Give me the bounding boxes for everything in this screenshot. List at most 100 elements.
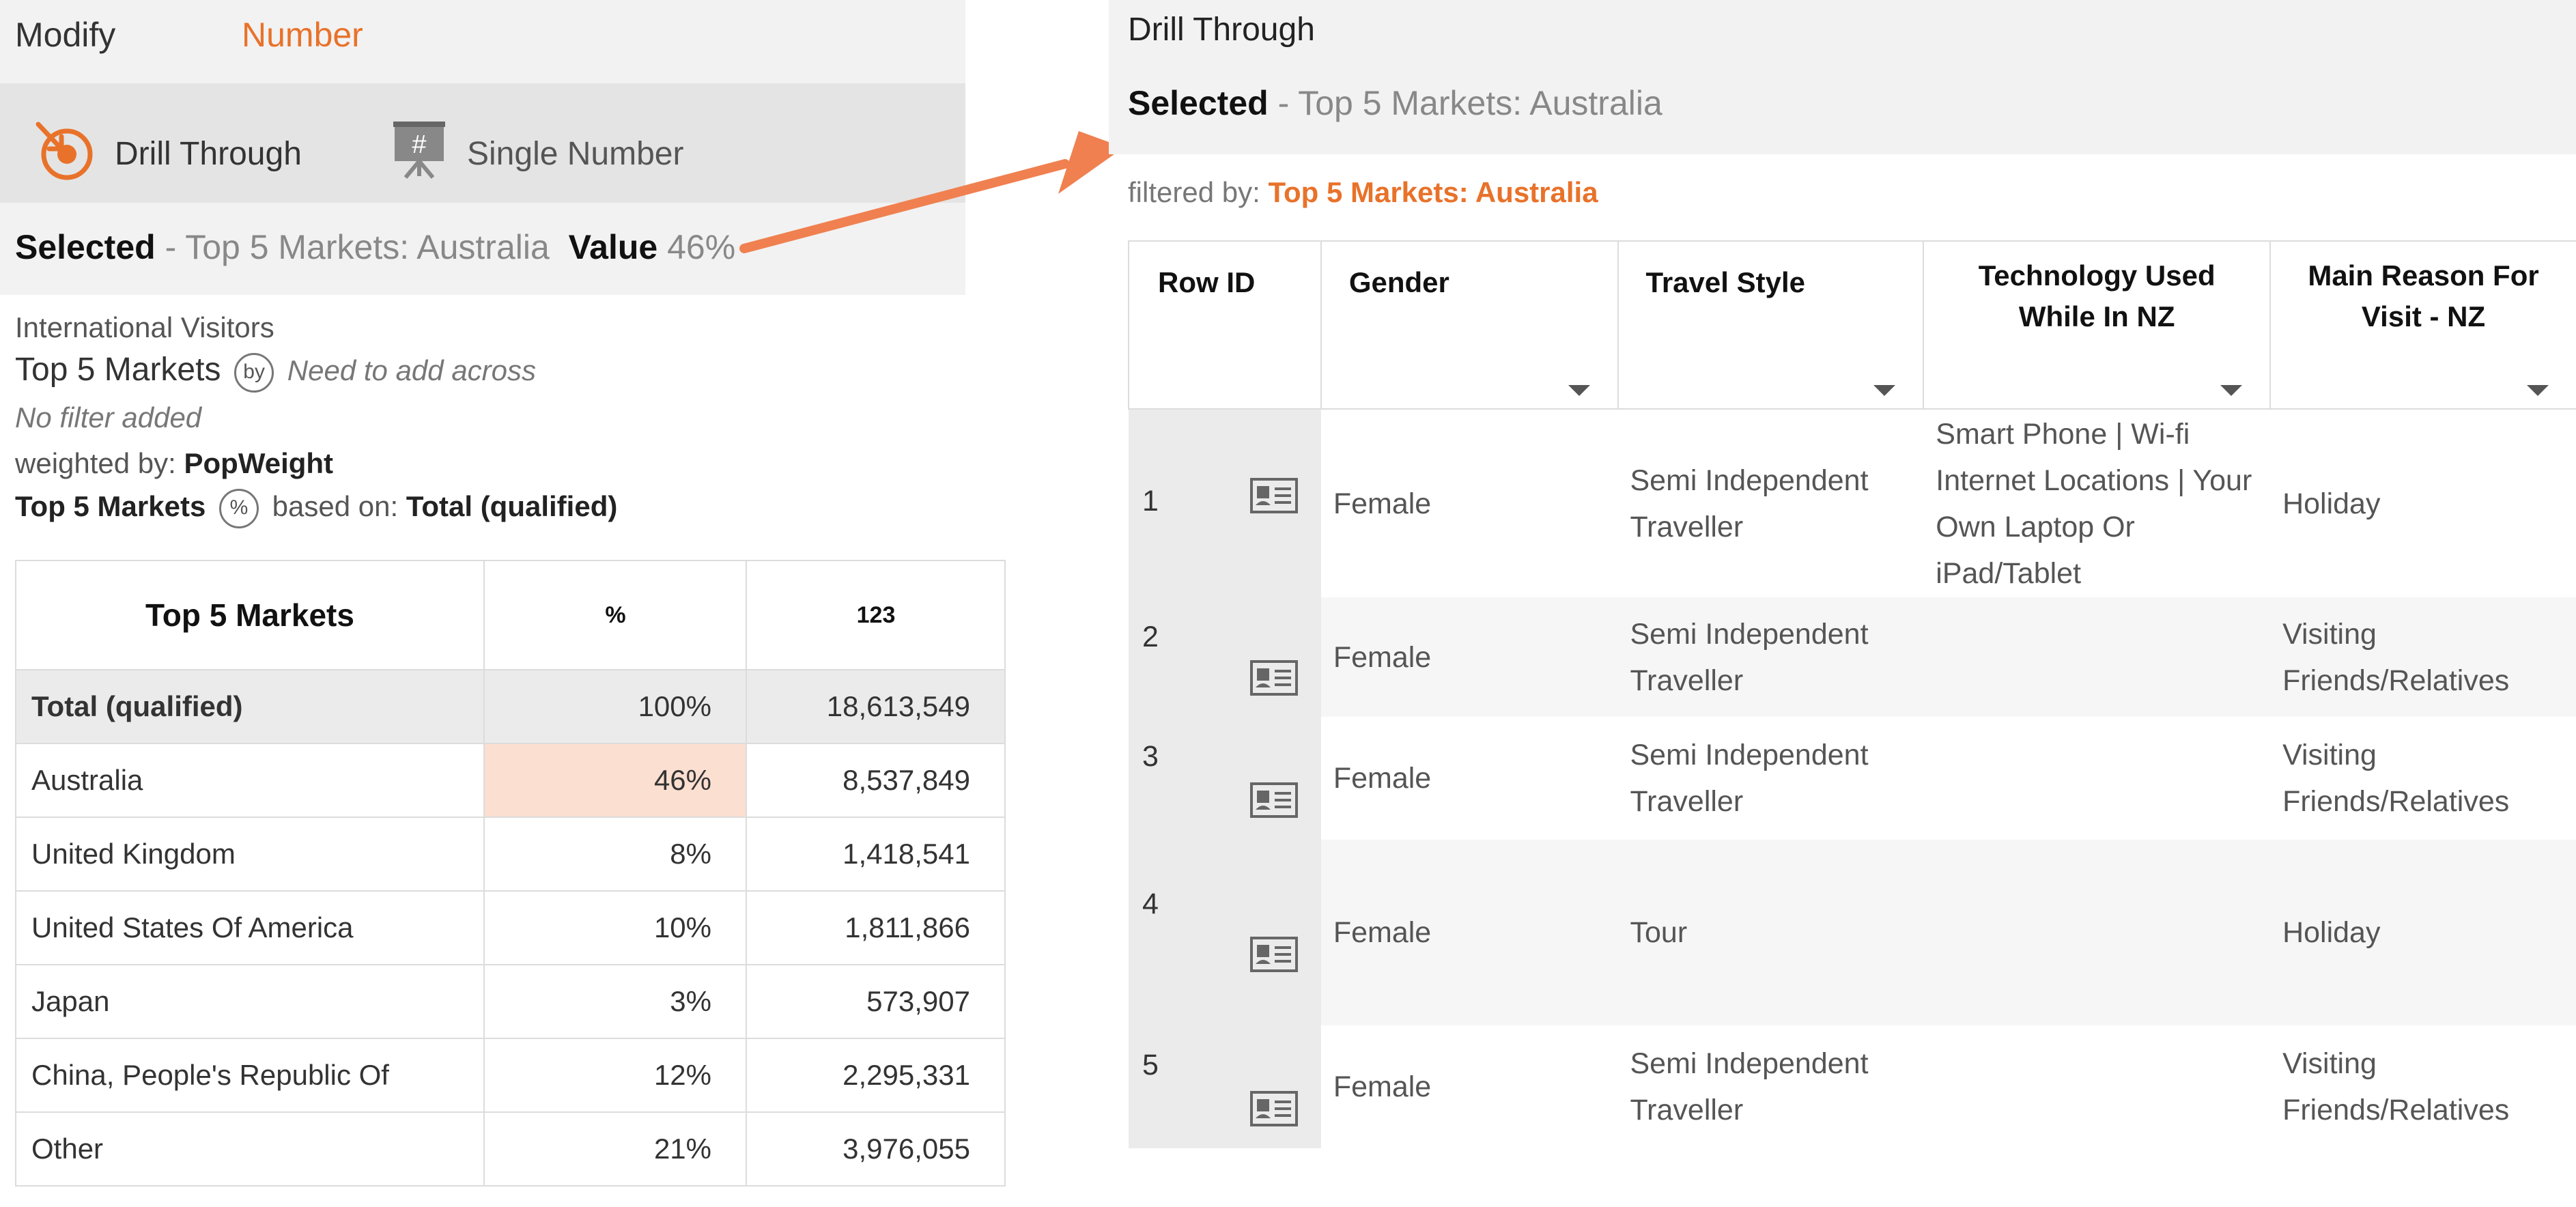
table-row[interactable]: Total (qualified) 100% 18,613,549 xyxy=(15,669,1006,744)
drill-through-icon xyxy=(34,119,96,188)
percent-variable-name[interactable]: Top 5 Markets xyxy=(15,490,206,522)
travel-style-cell: Semi Independent Traveller xyxy=(1630,464,1869,543)
table-row[interactable]: 1 Female Semi Independent Traveller Smar… xyxy=(1129,409,2576,597)
filter-line: filtered by: Top 5 Markets: Australia xyxy=(1128,176,1598,209)
row-variable-line: Top 5 Markets by Need to add across xyxy=(15,351,536,393)
record-card-icon[interactable] xyxy=(1249,937,1298,986)
percent-badge-icon[interactable]: % xyxy=(218,489,259,528)
based-label: based on: xyxy=(272,490,399,523)
row-label: China, People's Republic Of xyxy=(15,1038,485,1113)
filtered-value[interactable]: Top 5 Markets: Australia xyxy=(1268,176,1598,208)
weight-value[interactable]: PopWeight xyxy=(184,447,334,479)
count-cell[interactable]: 573,907 xyxy=(746,964,1006,1039)
main-reason-cell: Visiting Friends/Relatives xyxy=(2270,597,2576,717)
row-label: Total (qualified) xyxy=(15,669,485,744)
column-header-row-id[interactable]: Row ID xyxy=(1128,240,1322,410)
main-reason-cell: Holiday xyxy=(2270,840,2576,1025)
record-card-icon[interactable] xyxy=(1249,1091,1298,1140)
single-number-button[interactable]: # Single Number xyxy=(391,119,683,188)
percent-cell[interactable]: 12% xyxy=(483,1038,747,1113)
column-header-technology[interactable]: Technology Used While In NZ xyxy=(1923,240,2271,410)
drill-selected-label: Selected xyxy=(1128,84,1269,122)
table-row[interactable]: China, People's Republic Of 12% 2,295,33… xyxy=(15,1038,1006,1113)
row-id-cell: 5 xyxy=(1129,1025,1321,1148)
gender-cell: Female xyxy=(1333,487,1432,520)
row-id-cell: 4 xyxy=(1129,840,1321,1025)
table-row[interactable]: 3 Female Semi Independent Traveller Visi… xyxy=(1129,717,2576,840)
selected-percent-cell[interactable]: 46% xyxy=(483,743,747,818)
table-row[interactable]: Japan 3% 573,907 xyxy=(15,964,1006,1039)
technology-cell xyxy=(1923,840,2271,1025)
across-note: Need to add across xyxy=(287,354,537,386)
count-cell[interactable]: 8,537,849 xyxy=(746,743,1006,818)
row-label: Australia xyxy=(15,743,485,818)
count-cell[interactable]: 3,976,055 xyxy=(746,1111,1006,1187)
gender-cell: Female xyxy=(1333,1070,1432,1103)
table-row[interactable]: 5 Female Semi Independent Traveller Visi… xyxy=(1129,1025,2576,1148)
column-header[interactable]: % xyxy=(483,560,747,670)
percent-cell[interactable]: 8% xyxy=(483,816,747,892)
sort-caret-icon[interactable] xyxy=(2527,385,2549,396)
record-card-icon[interactable] xyxy=(1249,782,1298,832)
table-row[interactable]: 4 Female Tour Holiday xyxy=(1129,840,2576,1025)
column-header-travel-style[interactable]: Travel Style xyxy=(1617,240,1925,410)
percent-cell[interactable]: 100% xyxy=(483,669,747,744)
percent-cell[interactable]: 3% xyxy=(483,964,747,1039)
row-variable-name[interactable]: Top 5 Markets xyxy=(15,352,221,388)
count-cell[interactable]: 1,418,541 xyxy=(746,816,1006,892)
based-value[interactable]: Total (qualified) xyxy=(406,490,618,522)
single-number-label: Single Number xyxy=(467,135,684,172)
count-cell[interactable]: 18,613,549 xyxy=(746,669,1006,744)
count-cell[interactable]: 1,811,866 xyxy=(746,890,1006,965)
technology-cell xyxy=(1923,597,2271,717)
table-header-row: Top 5 Markets % 123 xyxy=(15,560,1006,670)
gender-cell: Female xyxy=(1320,840,1618,1025)
row-id-cell: 1 xyxy=(1129,409,1321,597)
drill-selected-value: - Top 5 Markets: Australia xyxy=(1268,84,1662,122)
dataset-name: International Visitors xyxy=(15,311,274,343)
selected-label: Selected xyxy=(15,228,156,266)
table-row[interactable]: Australia 46% 8,537,849 xyxy=(15,743,1006,818)
drill-through-title: Drill Through xyxy=(1128,12,1315,48)
technology-cell xyxy=(1923,1025,2270,1148)
by-badge-icon[interactable]: by xyxy=(234,352,274,393)
technology-cell xyxy=(1923,717,2270,840)
count-cell[interactable]: 2,295,331 xyxy=(746,1038,1006,1113)
main-reason-cell: Visiting Friends/Relatives xyxy=(2282,1047,2510,1126)
travel-style-cell: Semi Independent Traveller xyxy=(1617,597,1924,717)
table-row[interactable]: United Kingdom 8% 1,418,541 xyxy=(15,816,1006,892)
technology-cell: Smart Phone | Wi-fi Internet Locations |… xyxy=(1936,417,2252,590)
drill-through-table: Row ID Gender Travel Style Technology Us… xyxy=(1128,240,2576,1148)
row-id-cell: 3 xyxy=(1129,717,1321,840)
column-header[interactable]: 123 xyxy=(746,560,1006,670)
sort-caret-icon[interactable] xyxy=(1873,385,1896,396)
record-card-icon[interactable] xyxy=(1249,478,1298,527)
sort-caret-icon[interactable] xyxy=(1568,385,1590,396)
main-reason-cell: Holiday xyxy=(2282,487,2381,520)
tab-number[interactable]: Number xyxy=(242,15,363,55)
crosstab-table: Top 5 Markets % 123 Total (qualified) 10… xyxy=(15,560,1006,1187)
row-label: Japan xyxy=(15,964,485,1039)
travel-style-cell: Semi Independent Traveller xyxy=(1630,739,1869,818)
column-header-main-reason[interactable]: Main Reason For Visit - NZ xyxy=(2269,240,2576,410)
selected-value: - Top 5 Markets: Australia xyxy=(155,228,550,266)
table-header-row: Row ID Gender Travel Style Technology Us… xyxy=(1128,240,2576,410)
table-row[interactable]: 2 Female Semi Independent Traveller Visi… xyxy=(1129,597,2576,717)
drill-through-button[interactable]: Drill Through xyxy=(34,119,302,188)
percent-cell[interactable]: 10% xyxy=(483,890,747,965)
travel-style-cell: Semi Independent Traveller xyxy=(1630,1047,1869,1126)
percent-cell[interactable]: 21% xyxy=(483,1111,747,1187)
filter-note: No filter added xyxy=(15,401,202,434)
table-row[interactable]: Other 21% 3,976,055 xyxy=(15,1111,1006,1187)
column-header-gender[interactable]: Gender xyxy=(1320,240,1619,410)
record-card-icon[interactable] xyxy=(1249,660,1298,709)
weighted-line: weighted by: PopWeight xyxy=(15,447,333,480)
sort-caret-icon[interactable] xyxy=(2220,385,2243,396)
table-row[interactable]: United States Of America 10% 1,811,866 xyxy=(15,890,1006,965)
column-header[interactable]: Top 5 Markets xyxy=(15,560,485,670)
filtered-label: filtered by: xyxy=(1128,176,1260,208)
row-label: United Kingdom xyxy=(15,816,485,892)
drill-through-label: Drill Through xyxy=(115,135,302,172)
value-label: Value xyxy=(568,228,658,266)
tab-modify[interactable]: Modify xyxy=(15,15,115,55)
